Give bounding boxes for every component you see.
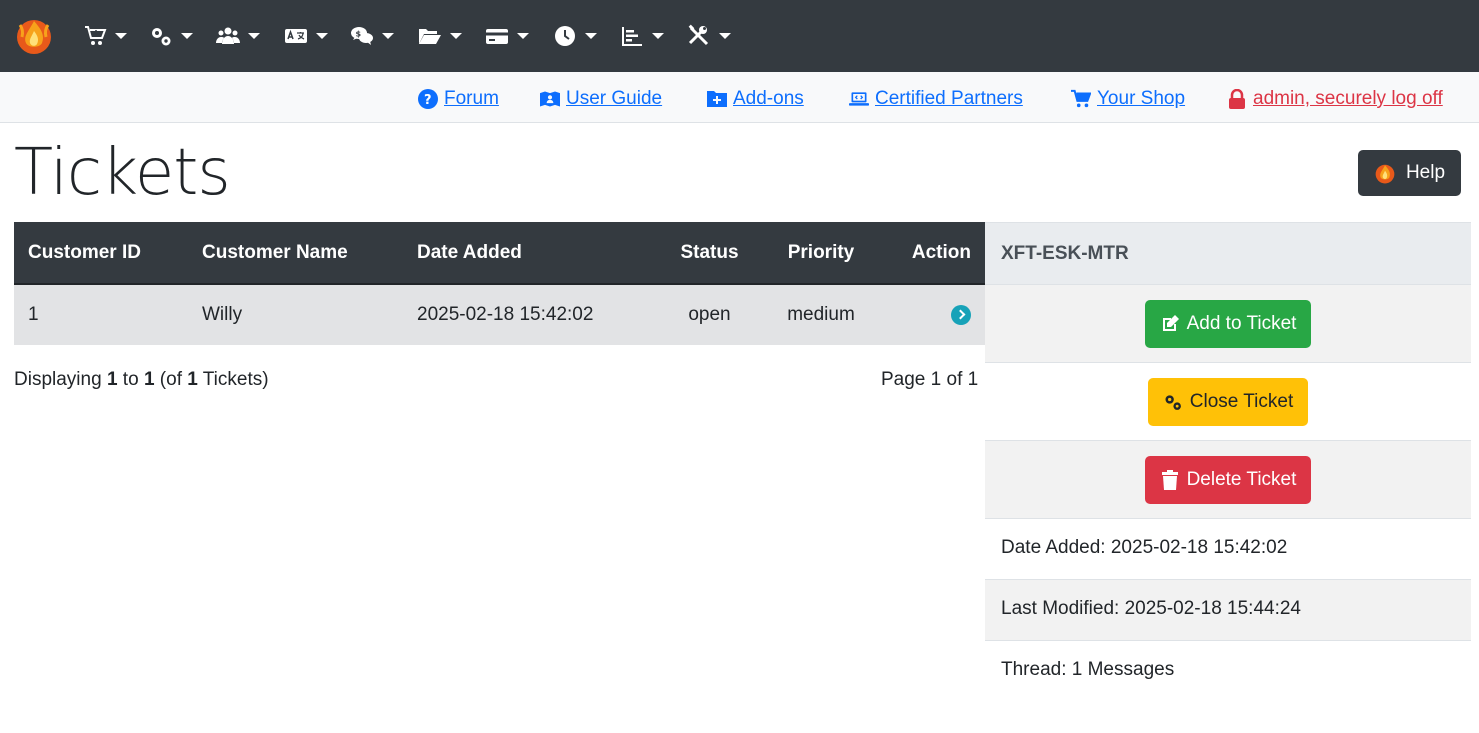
last-modified-info: Last Modified: 2025-02-18 15:44:24 — [985, 579, 1471, 640]
thread-info: Thread: 1 Messages — [985, 640, 1471, 701]
menu-tools[interactable] — [687, 22, 731, 50]
cell-action — [878, 283, 985, 345]
close-ticket-row: Close Ticket — [985, 362, 1471, 440]
credit-card-icon — [486, 29, 508, 44]
flame-logo-icon[interactable] — [14, 15, 54, 55]
chevron-right-circle-icon[interactable] — [951, 304, 971, 325]
your-shop-link[interactable]: Your Shop — [1071, 86, 1185, 112]
delete-ticket-row: Delete Ticket — [985, 440, 1471, 518]
chevron-down-icon — [382, 33, 394, 39]
close-ticket-label: Close Ticket — [1189, 390, 1294, 412]
clock-icon — [555, 26, 575, 46]
column-header-action: Action — [878, 222, 985, 284]
column-header-customer-name: Customer Name — [188, 222, 403, 284]
menu-payments[interactable] — [485, 22, 529, 50]
menu-catalog[interactable] — [83, 22, 127, 50]
flame-logo-icon — [1375, 164, 1395, 184]
certified-partners-link-label: Certified Partners — [875, 88, 1023, 109]
user-guide-link-label: User Guide — [566, 88, 663, 109]
lock-icon — [1229, 89, 1245, 109]
delete-ticket-label: Delete Ticket — [1186, 468, 1297, 490]
logout-link-label: admin, securely log off — [1253, 88, 1443, 109]
ticket-code-heading: XFT-ESK-MTR — [985, 222, 1471, 284]
column-header-status: Status — [655, 222, 764, 284]
chevron-down-icon — [517, 33, 529, 39]
quick-links-bar: ? Forum User Guide Add-ons Certified Par… — [0, 72, 1479, 123]
logout-link[interactable]: admin, securely log off — [1227, 86, 1443, 112]
chevron-down-icon — [316, 33, 328, 39]
chart-bar-icon — [622, 27, 642, 46]
certified-partners-link[interactable]: Certified Partners — [849, 86, 1023, 112]
display-count: Displaying 1 to 1 (of 1 Tickets) — [14, 369, 269, 391]
chevron-down-icon — [181, 33, 193, 39]
language-icon — [285, 29, 307, 43]
top-navbar: $ — [0, 0, 1479, 72]
gears-icon — [152, 28, 171, 46]
shopping-cart-icon — [1071, 89, 1091, 108]
gears-icon — [1165, 394, 1181, 410]
menu-configuration[interactable] — [149, 22, 193, 50]
menu-history[interactable] — [553, 22, 597, 50]
table-row[interactable]: 1 Willy 2025-02-18 15:42:02 open medium — [14, 283, 985, 345]
help-button-label: Help — [1405, 162, 1446, 183]
cell-customer-id: 1 — [14, 283, 188, 345]
delete-ticket-button[interactable]: Delete Ticket — [1144, 455, 1312, 504]
question-circle-icon: ? — [418, 89, 438, 109]
folder-open-icon — [419, 29, 441, 44]
page-title: Tickets — [14, 136, 231, 210]
trash-icon — [1161, 469, 1178, 490]
comments-dollar-icon: $ — [351, 27, 373, 45]
display-to-word: to — [122, 369, 139, 390]
folder-plus-icon — [707, 91, 727, 107]
column-header-date-added: Date Added — [403, 222, 655, 284]
cell-date-added: 2025-02-18 15:42:02 — [403, 283, 655, 345]
forum-link[interactable]: ? Forum — [418, 86, 499, 112]
column-header-priority: Priority — [764, 222, 878, 284]
addons-link[interactable]: Add-ons — [707, 86, 804, 112]
display-suffix: Tickets) — [202, 369, 269, 390]
add-to-ticket-button[interactable]: Add to Ticket — [1144, 299, 1312, 348]
laptop-code-icon — [849, 92, 869, 106]
tickets-table: Customer ID Customer Name Date Added Sta… — [14, 222, 985, 345]
close-ticket-button[interactable]: Close Ticket — [1147, 377, 1309, 426]
chevron-down-icon — [585, 33, 597, 39]
svg-text:$: $ — [356, 30, 362, 39]
display-from: 1 — [106, 369, 118, 390]
tools-icon — [688, 24, 709, 46]
add-to-ticket-label: Add to Ticket — [1186, 312, 1297, 334]
page-count: Page 1 of 1 — [881, 369, 979, 390]
chevron-down-icon — [115, 33, 127, 39]
chevron-down-icon — [450, 33, 462, 39]
cell-status: open — [655, 283, 764, 345]
user-guide-link[interactable]: User Guide — [540, 86, 662, 112]
date-added-info: Date Added: 2025-02-18 15:42:02 — [985, 518, 1471, 579]
chevron-down-icon — [652, 33, 664, 39]
add-ticket-row: Add to Ticket — [985, 284, 1471, 362]
display-of: (of — [159, 369, 182, 390]
help-button[interactable]: Help — [1358, 150, 1461, 196]
menu-reports[interactable] — [620, 22, 664, 50]
edit-icon — [1162, 314, 1179, 331]
ticket-info-panel: XFT-ESK-MTR Add to Ticket Close Ticket D… — [985, 222, 1471, 701]
menu-localization[interactable] — [284, 22, 328, 50]
display-prefix: Displaying — [14, 369, 102, 390]
menu-customers[interactable] — [216, 22, 260, 50]
display-to: 1 — [143, 369, 155, 390]
svg-text:?: ? — [424, 93, 432, 108]
users-icon — [216, 27, 240, 44]
cell-customer-name: Willy — [188, 283, 403, 345]
forum-link-label: Forum — [444, 88, 499, 109]
your-shop-link-label: Your Shop — [1097, 88, 1186, 109]
cart-icon — [85, 26, 107, 45]
menu-modules[interactable] — [418, 22, 462, 50]
addons-link-label: Add-ons — [733, 88, 804, 109]
table-header-row: Customer ID Customer Name Date Added Sta… — [14, 222, 985, 284]
map-user-icon — [540, 91, 560, 107]
chevron-down-icon — [719, 33, 731, 39]
cell-priority: medium — [764, 283, 878, 345]
chevron-down-icon — [248, 33, 260, 39]
display-total: 1 — [187, 369, 198, 390]
column-header-customer-id: Customer ID — [14, 222, 188, 284]
menu-marketing[interactable]: $ — [350, 22, 394, 50]
